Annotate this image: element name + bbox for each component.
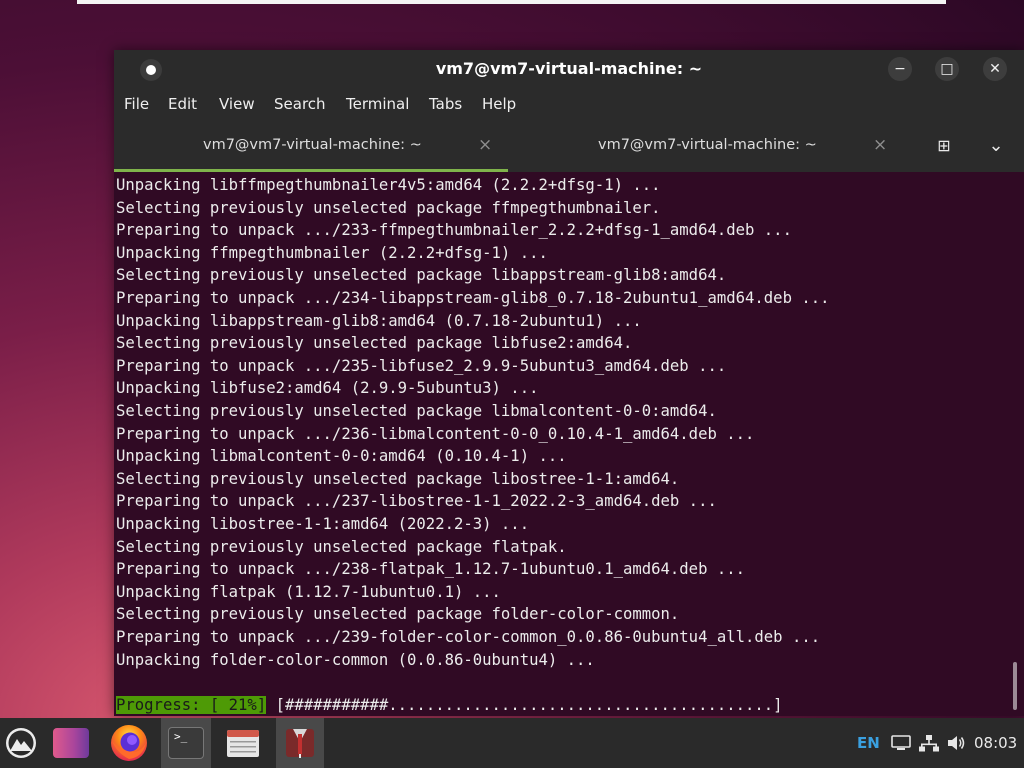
terminal-line: Selecting previously unselected package … — [116, 198, 661, 217]
tab-close-icon[interactable]: × — [873, 120, 887, 170]
menu-search[interactable]: Search — [274, 88, 326, 120]
minimize-button[interactable]: − — [888, 57, 912, 81]
network-tray-button[interactable] — [917, 718, 941, 768]
display-icon — [891, 735, 911, 750]
terminal-icon: >_ — [168, 727, 204, 759]
progress-bar: [###########............................… — [266, 695, 783, 714]
terminal-line: Unpacking ffmpegthumbnailer (2.2.2+dfsg-… — [116, 243, 548, 262]
terminal-line: Unpacking folder-color-common (0.0.86-0u… — [116, 650, 595, 669]
terminal-line: Selecting previously unselected package … — [116, 605, 680, 624]
tab-close-icon[interactable]: × — [478, 120, 492, 170]
terminal-line: Preparing to unpack .../234-libappstream… — [116, 289, 830, 307]
terminal-line: Selecting previously unselected package … — [116, 334, 633, 353]
maximize-button[interactable]: □ — [935, 57, 959, 81]
terminal-line: Unpacking libffmpegthumbnailer4v5:amd64 … — [116, 176, 661, 194]
terminal-line: Selecting previously unselected package … — [116, 402, 717, 420]
volume-tray-button[interactable] — [945, 718, 967, 768]
terminal-line: Unpacking libappstream-glib8:amd64 (0.7.… — [116, 311, 642, 330]
file-manager-icon — [227, 730, 259, 757]
terminal-line: Selecting previously unselected package … — [116, 266, 727, 285]
background-window-edge — [77, 0, 946, 4]
terminal-line: Preparing to unpack .../237-libostree-1-… — [116, 492, 717, 511]
progress-line: Progress: [ 21%] [###########...........… — [116, 694, 783, 716]
terminal-line: Preparing to unpack .../233-ffmpegthumbn… — [116, 221, 792, 240]
display-tray-button[interactable] — [890, 718, 912, 768]
tab-label: vm7@vm7-virtual-machine: ~ — [598, 137, 817, 153]
close-button[interactable]: ✕ — [983, 57, 1007, 81]
archive-app-button[interactable] — [276, 718, 324, 768]
terminal-taskbar-button[interactable]: >_ — [161, 718, 211, 768]
terminal-line: Unpacking libostree-1-1:amd64 (2022.2-3)… — [116, 515, 530, 533]
firefox-icon — [111, 725, 147, 761]
menu-icon — [6, 728, 36, 758]
tab-label: vm7@vm7-virtual-machine: ~ — [203, 137, 422, 153]
color-app-button[interactable] — [48, 718, 94, 768]
taskbar: >_ EN 08:03 — [0, 718, 1024, 768]
terminal-line: Preparing to unpack .../235-libfuse2_2.9… — [116, 356, 727, 375]
terminal-line: Unpacking libfuse2:amd64 (2.9.9-5ubuntu3… — [116, 379, 539, 398]
tab-2[interactable]: vm7@vm7-virtual-machine: ~ × — [508, 120, 902, 172]
network-icon — [919, 735, 939, 752]
new-tab-icon[interactable]: ⊞ — [932, 134, 956, 158]
tab-bar: vm7@vm7-virtual-machine: ~ × vm7@vm7-vir… — [114, 120, 1024, 172]
terminal-line: Preparing to unpack .../238-flatpak_1.12… — [116, 560, 746, 579]
tab-1[interactable]: vm7@vm7-virtual-machine: ~ × — [114, 120, 508, 172]
firefox-button[interactable] — [105, 718, 153, 768]
files-button[interactable] — [218, 718, 268, 768]
terminal-line: Preparing to unpack .../239-folder-color… — [116, 628, 821, 646]
clock[interactable]: 08:03 — [974, 718, 1017, 768]
scrollbar-thumb[interactable] — [1013, 662, 1017, 710]
menu-edit[interactable]: Edit — [168, 88, 197, 120]
menu-terminal[interactable]: Terminal — [346, 88, 409, 120]
keyboard-language-indicator[interactable]: EN — [857, 718, 880, 768]
terminal-line: Preparing to unpack .../236-libmalconten… — [116, 424, 755, 443]
menu-bar: File Edit View Search Terminal Tabs Help — [114, 88, 1024, 120]
terminal-line: Unpacking flatpak (1.12.7-1ubuntu0.1) ..… — [116, 582, 501, 601]
terminal-line: Unpacking libmalcontent-0-0:amd64 (0.10.… — [116, 447, 567, 466]
menu-file[interactable]: File — [124, 88, 149, 120]
archive-icon — [286, 729, 314, 758]
menu-view[interactable]: View — [219, 88, 255, 120]
app-menu-button[interactable] — [0, 718, 42, 768]
tab-list-chevron-down-icon[interactable]: ⌄ — [984, 134, 1008, 158]
terminal-output[interactable]: Unpacking libffmpegthumbnailer4v5:amd64 … — [114, 172, 1024, 716]
menu-help[interactable]: Help — [482, 88, 516, 120]
titlebar[interactable]: vm7@vm7-virtual-machine: ~ − □ ✕ — [114, 50, 1024, 88]
terminal-window[interactable]: vm7@vm7-virtual-machine: ~ − □ ✕ File Ed… — [114, 50, 1024, 716]
terminal-line: Selecting previously unselected package … — [116, 537, 567, 556]
color-swatch-icon — [53, 728, 89, 758]
menu-tabs[interactable]: Tabs — [429, 88, 462, 120]
terminal-line: Selecting previously unselected package … — [116, 469, 680, 488]
progress-percentage: Progress: [ 21%] — [116, 695, 267, 714]
volume-icon — [948, 736, 965, 750]
